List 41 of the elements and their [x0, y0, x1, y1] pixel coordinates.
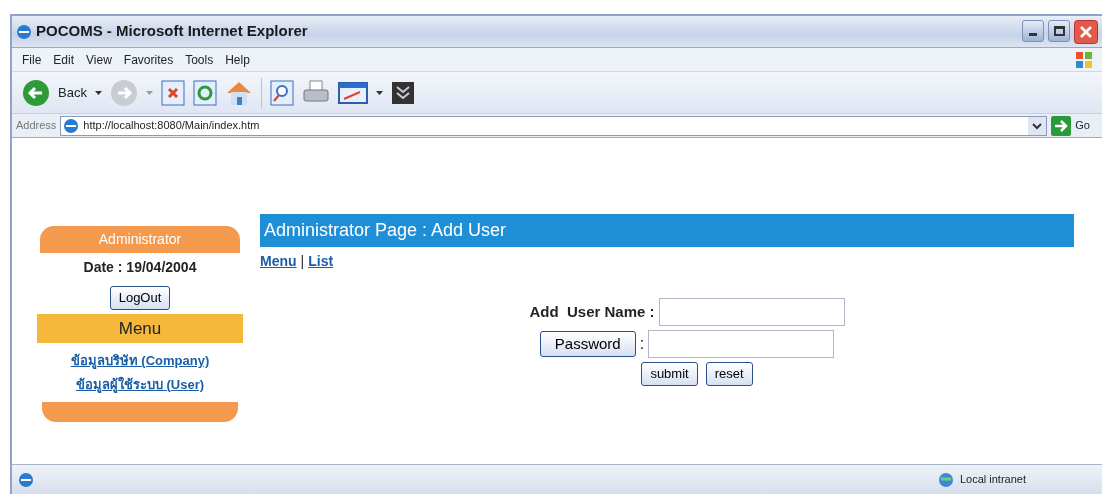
menu-item[interactable]: Help	[219, 50, 256, 69]
menu-header: Menu	[37, 313, 243, 343]
sidebar-link[interactable]: ข้อมูลบริษัท (Company)	[70, 351, 210, 371]
menu-item[interactable]: Favorites	[117, 50, 180, 69]
media-icon[interactable]	[390, 80, 415, 105]
windows-logo-icon	[1074, 49, 1094, 70]
back-button[interactable]: Back	[58, 82, 87, 103]
menu-item[interactable]: File	[16, 50, 48, 69]
page-title: Administrator Page : Add User	[260, 214, 1074, 247]
menu-item[interactable]: Edit	[47, 50, 81, 69]
nav-link[interactable]: List	[308, 253, 334, 269]
dropdown-arrow-icon[interactable]	[375, 90, 383, 95]
sidebar-link[interactable]: ข้อมูลผู้ใช้ระบบ (User)	[75, 374, 205, 394]
search-icon[interactable]	[269, 79, 294, 106]
nav-link[interactable]: Menu	[260, 253, 297, 269]
go-button[interactable]: Go	[1075, 117, 1090, 134]
password-button[interactable]: Password	[539, 330, 636, 358]
colon-label: :	[639, 334, 645, 354]
globe-icon	[937, 471, 956, 488]
address-label: Address	[16, 118, 57, 134]
close-button[interactable]	[1074, 19, 1098, 44]
zone-label: Local intranet	[959, 472, 1026, 488]
address-field[interactable]: http://localhost:8080/Main/index.htm	[60, 115, 1048, 136]
username-label: Add User Name :	[529, 301, 655, 322]
password-field[interactable]	[648, 330, 835, 358]
separator: |	[300, 253, 305, 269]
date-label: Date : 19/04/2004	[83, 258, 197, 277]
maximize-button[interactable]	[1048, 19, 1070, 42]
mail-icon[interactable]	[337, 80, 368, 105]
username-field[interactable]	[658, 298, 845, 326]
reset-button[interactable]: reset	[705, 362, 753, 386]
stop-icon[interactable]	[160, 79, 185, 106]
logout-button[interactable]: LogOut	[109, 286, 171, 310]
menu-item[interactable]: Tools	[179, 50, 220, 69]
window-title: POCOMS - Microsoft Internet Explorer	[36, 21, 308, 42]
minimize-button[interactable]	[1022, 19, 1044, 42]
role-header: Administrator	[40, 226, 240, 253]
dropdown-arrow-icon[interactable]	[94, 90, 102, 95]
refresh-icon[interactable]	[192, 79, 217, 106]
submit-button[interactable]: submit	[641, 362, 698, 386]
menu-item[interactable]: View	[80, 50, 118, 69]
